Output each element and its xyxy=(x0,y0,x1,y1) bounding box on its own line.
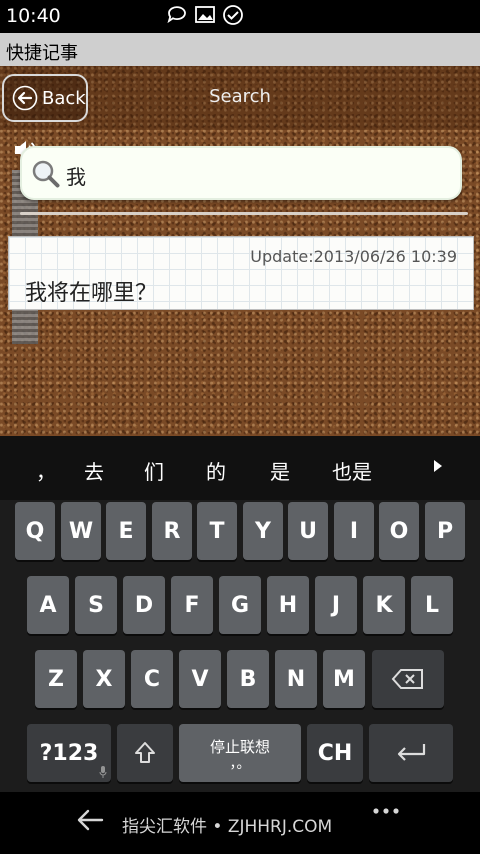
space-label: 停止联想 xyxy=(209,737,270,756)
search-input[interactable]: 我 xyxy=(20,146,462,200)
backspace-icon xyxy=(391,669,423,689)
status-time: 10:40 xyxy=(6,5,61,27)
key-y[interactable]: Y xyxy=(243,502,283,560)
key-x[interactable]: X xyxy=(83,650,125,708)
key-d[interactable]: D xyxy=(123,576,165,634)
key-k[interactable]: K xyxy=(363,576,405,634)
note-card[interactable]: Update:2013/06/26 10:39 我将在哪里？ xyxy=(8,236,474,310)
key-w[interactable]: W xyxy=(61,502,101,560)
key-e[interactable]: E xyxy=(106,502,146,560)
shift-key[interactable] xyxy=(117,724,173,782)
symbols-key[interactable]: ?123 xyxy=(27,724,111,782)
candidate-item[interactable]: 去 xyxy=(84,456,104,485)
candidate-item[interactable]: 也是 xyxy=(332,456,372,485)
language-label: CH xyxy=(317,740,353,766)
key-l[interactable]: L xyxy=(411,576,453,634)
mic-icon xyxy=(99,766,107,778)
divider xyxy=(20,212,468,215)
key-r[interactable]: R xyxy=(152,502,192,560)
language-key[interactable]: CH xyxy=(307,724,363,782)
key-f[interactable]: F xyxy=(171,576,213,634)
note-update-time: Update:2013/06/26 10:39 xyxy=(250,247,457,266)
key-i[interactable]: I xyxy=(334,502,374,560)
key-m[interactable]: M xyxy=(323,650,365,708)
candidate-item[interactable]: 的 xyxy=(206,456,226,485)
soft-keyboard: ， 去 们 的 是 也是 Q W E R T Y U I O P A S D F… xyxy=(0,436,480,792)
watermark: 指尖汇软件 • ZJHHRJ.COM xyxy=(122,817,333,837)
notification-icons xyxy=(166,4,244,26)
image-icon xyxy=(194,4,216,26)
key-o[interactable]: O xyxy=(379,502,419,560)
app-title-bar: 快捷记事 xyxy=(0,33,480,66)
navigation-bar: 指尖汇软件 • ZJHHRJ.COM xyxy=(0,792,480,854)
nav-back-icon[interactable] xyxy=(76,808,104,832)
key-g[interactable]: G xyxy=(219,576,261,634)
enter-icon xyxy=(397,744,426,761)
more-icon[interactable] xyxy=(372,806,400,816)
key-z[interactable]: Z xyxy=(35,650,77,708)
key-c[interactable]: C xyxy=(131,650,173,708)
space-key[interactable]: 停止联想 ，。 xyxy=(179,724,301,782)
key-p[interactable]: P xyxy=(425,502,465,560)
chat-bubble-icon xyxy=(166,4,188,26)
candidate-item[interactable]: 是 xyxy=(270,456,290,485)
app-title: 快捷记事 xyxy=(6,43,78,64)
key-t[interactable]: T xyxy=(197,502,237,560)
key-s[interactable]: S xyxy=(75,576,117,634)
space-sub-label: ，。 xyxy=(229,755,251,772)
key-q[interactable]: Q xyxy=(15,502,55,560)
candidate-more-icon[interactable] xyxy=(432,458,444,474)
candidate-item[interactable]: 们 xyxy=(144,456,164,485)
search-icon xyxy=(32,160,60,188)
enter-key[interactable] xyxy=(369,724,453,782)
key-n[interactable]: N xyxy=(275,650,317,708)
candidate-item[interactable]: ， xyxy=(36,456,56,485)
key-a[interactable]: A xyxy=(27,576,69,634)
search-value[interactable]: 我 xyxy=(66,161,86,190)
symbols-label: ?123 xyxy=(39,740,99,766)
page-title: Search xyxy=(209,86,271,107)
candidate-bar: ， 去 们 的 是 也是 xyxy=(0,436,480,500)
cork-board: Back Search 我 Update:2013/06/26 10:39 我将… xyxy=(0,66,480,436)
key-h[interactable]: H xyxy=(267,576,309,634)
check-circle-icon xyxy=(222,4,244,26)
status-bar: 10:40 xyxy=(0,0,480,33)
note-text: 我将在哪里？ xyxy=(25,281,158,306)
key-v[interactable]: V xyxy=(179,650,221,708)
key-u[interactable]: U xyxy=(288,502,328,560)
shift-icon xyxy=(135,742,155,763)
key-b[interactable]: B xyxy=(227,650,269,708)
backspace-key[interactable] xyxy=(372,650,444,708)
key-j[interactable]: J xyxy=(315,576,357,634)
